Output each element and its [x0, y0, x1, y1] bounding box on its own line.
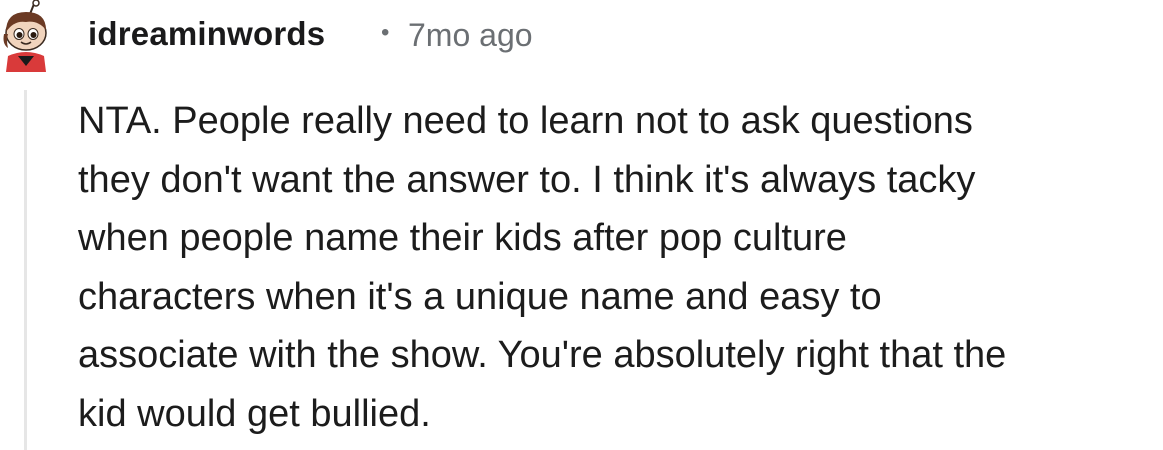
separator-dot: • — [381, 19, 390, 46]
comment-timestamp[interactable]: 7mo ago — [408, 17, 533, 54]
author-username[interactable]: idreaminwords — [88, 15, 325, 53]
avatar[interactable] — [0, 0, 52, 72]
snoo-avatar-icon — [3, 0, 47, 72]
comment-header: idreaminwords • 7mo ago — [0, 0, 1163, 74]
comment-body: NTA. People really need to learn not to … — [78, 100, 1007, 435]
comment: idreaminwords • 7mo ago NTA. People real… — [0, 0, 1163, 450]
thread-collapse-line[interactable] — [24, 90, 27, 450]
